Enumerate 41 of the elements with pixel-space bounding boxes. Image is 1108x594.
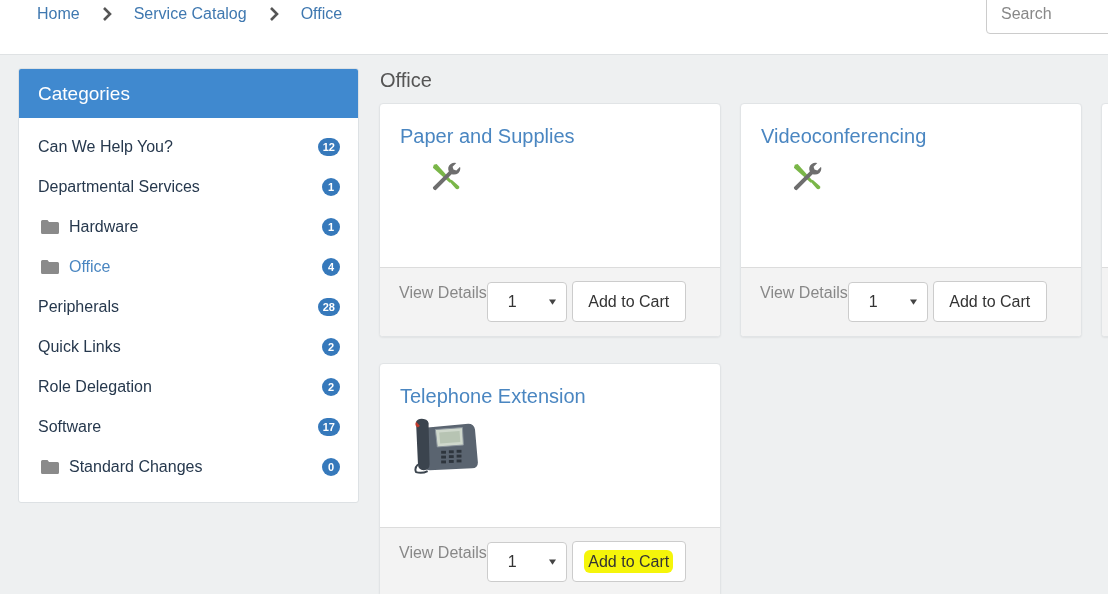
add-to-cart-button[interactable]: Add to Cart xyxy=(932,281,1047,322)
count-badge: 1 xyxy=(322,218,340,236)
page-title: Office xyxy=(380,68,433,92)
chevron-icon xyxy=(268,7,279,21)
count-badge: 0 xyxy=(322,458,340,476)
count-badge: 2 xyxy=(322,338,340,356)
wrench-screwdriver-icon xyxy=(791,162,823,192)
breadcrumb-link[interactable]: Home xyxy=(37,4,80,24)
category-item[interactable]: Can We Help You? 12 xyxy=(19,127,358,167)
category-item[interactable]: Peripherals 28 xyxy=(19,287,358,327)
add-to-cart-button[interactable]: Add to Cart xyxy=(571,541,686,582)
quantity-select[interactable]: 1 xyxy=(847,282,928,322)
item-title-link[interactable]: Videoconferencing xyxy=(761,124,927,148)
category-item[interactable]: Software 17 xyxy=(19,407,358,447)
count-badge: 17 xyxy=(317,418,340,436)
category-item[interactable]: Office 4 xyxy=(19,247,358,287)
category-item[interactable]: Quick Links 2 xyxy=(19,327,358,367)
wrench-screwdriver-icon xyxy=(430,162,462,192)
count-badge: 1 xyxy=(322,178,340,196)
category-item[interactable]: Role Delegation 2 xyxy=(19,367,358,407)
item-title-link[interactable]: Paper and Supplies xyxy=(400,124,575,148)
caret-icon xyxy=(548,559,556,565)
count-badge: 4 xyxy=(322,258,340,276)
chevron-icon xyxy=(101,7,112,21)
quantity-select[interactable]: 1 xyxy=(486,282,567,322)
breadcrumb-link[interactable]: Office xyxy=(300,4,343,24)
breadcrumb-link[interactable]: Service Catalog xyxy=(133,4,247,24)
caret-icon xyxy=(548,299,556,305)
add-to-cart-button[interactable]: Add to Cart xyxy=(571,281,686,322)
caret-icon xyxy=(909,299,917,305)
category-item[interactable]: Hardware 1 xyxy=(19,207,358,247)
count-badge: 2 xyxy=(322,378,340,396)
panel-title: Categories xyxy=(38,82,130,105)
category-item[interactable]: Departmental Services 1 xyxy=(19,167,358,207)
category-item[interactable]: Standard Changes 0 xyxy=(19,447,358,487)
search-field[interactable]: Search xyxy=(986,0,1108,34)
desk-phone-icon xyxy=(412,416,480,474)
count-badge: 12 xyxy=(317,138,340,156)
count-badge: 28 xyxy=(317,298,340,316)
item-title-link[interactable]: Telephone Extension xyxy=(400,384,586,408)
quantity-select[interactable]: 1 xyxy=(486,542,567,582)
